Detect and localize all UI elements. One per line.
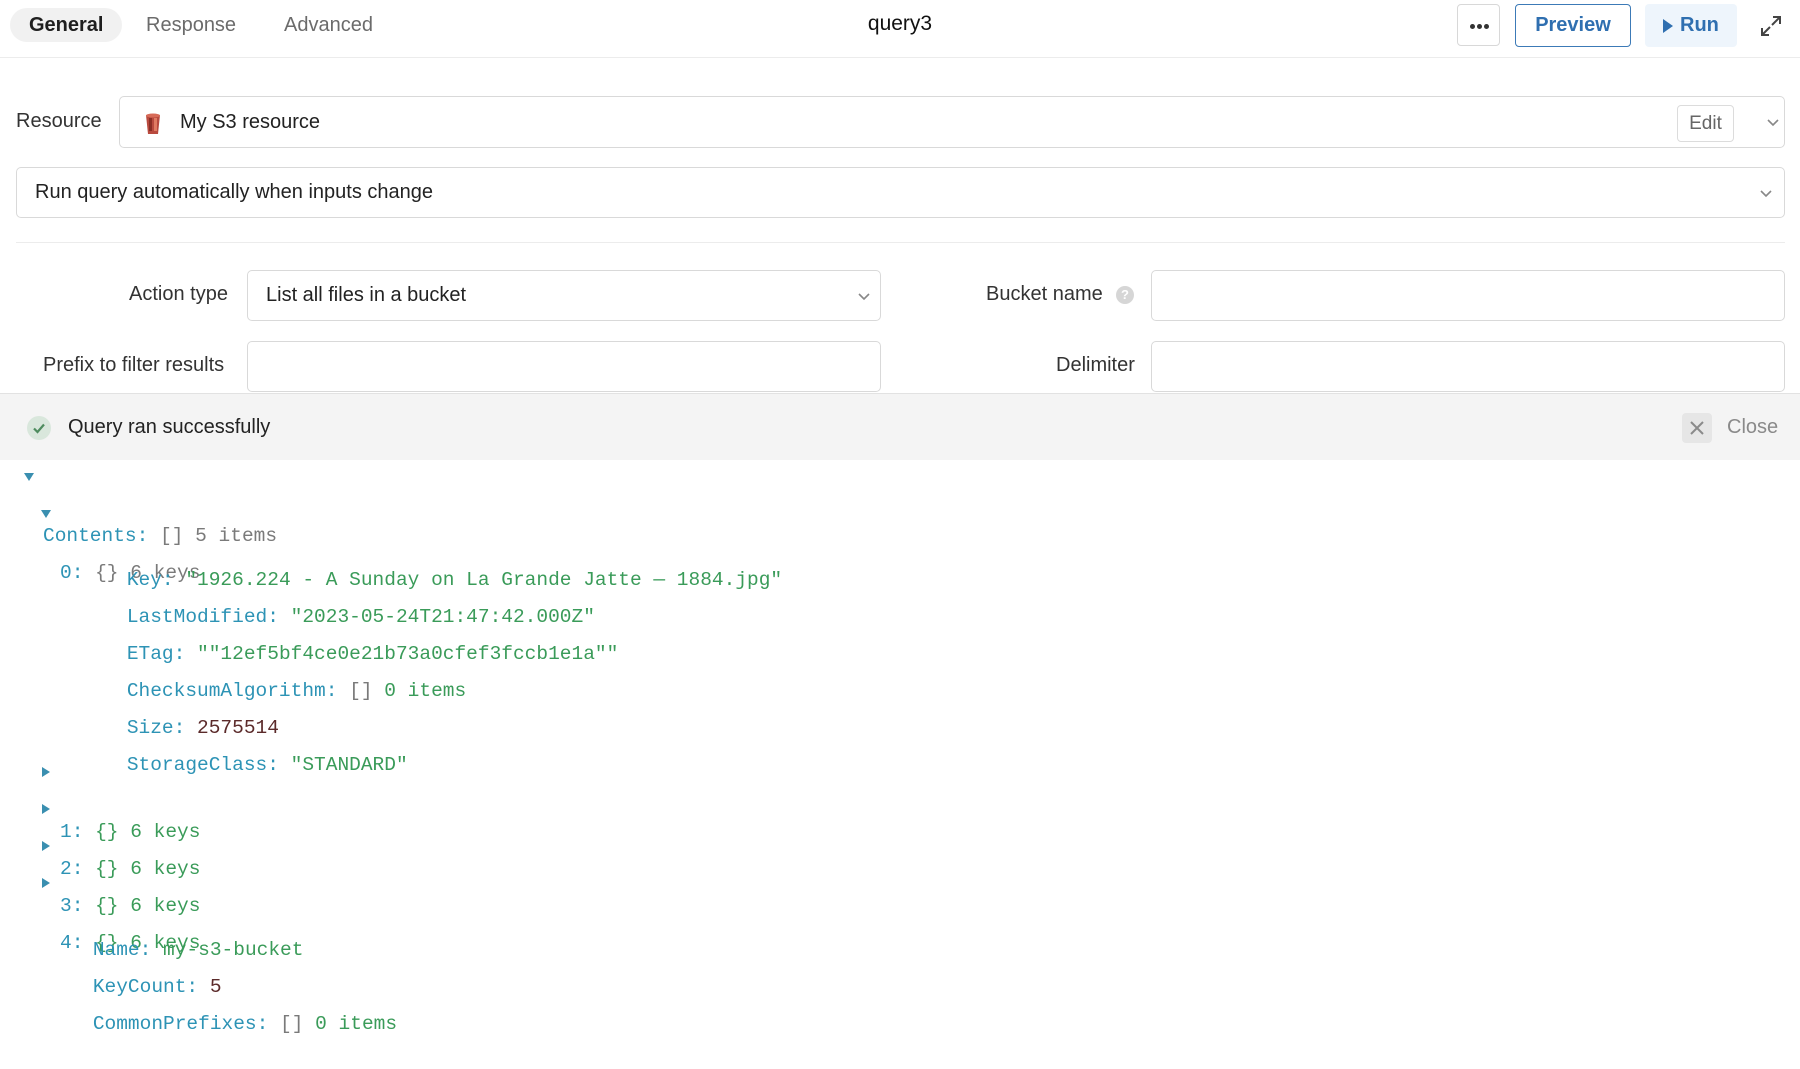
close-icon[interactable] (1682, 413, 1712, 443)
tree-node-item-3[interactable]: 3: {} 6 keys (41, 831, 88, 861)
tree-leaf-key: Key: "1926.224 - A Sunday on La Grande J… (80, 535, 782, 565)
expand-icon[interactable] (1760, 15, 1782, 37)
query-status-bar: Query ran successfully Close (0, 393, 1800, 460)
action-type-value: List all files in a bucket (266, 281, 466, 309)
tab-response[interactable]: Response (127, 8, 255, 42)
resource-select[interactable]: My S3 resource (119, 96, 1785, 148)
tree-leaf-checksumalgorithm: ChecksumAlgorithm: [] 0 items (80, 646, 466, 676)
section-divider (16, 242, 1785, 243)
caret-right-icon (42, 841, 50, 851)
resource-value: My S3 resource (180, 108, 320, 136)
caret-right-icon (42, 804, 50, 814)
tree-node-contents[interactable]: Contents: [] 5 items (24, 461, 71, 491)
bucket-name-label: Bucket name (986, 280, 1103, 308)
tree-leaf-etag: ETag: ""12ef5bf4ce0e21b73a0cfef3fccb1e1a… (80, 609, 618, 639)
delimiter-input[interactable] (1151, 341, 1785, 392)
chevron-down-icon (1758, 189, 1774, 199)
tree-leaf-size: Size: 2575514 (80, 683, 279, 713)
more-options-button[interactable] (1457, 4, 1500, 46)
tree-node-item-1[interactable]: 1: {} 6 keys (41, 757, 88, 787)
help-icon[interactable]: ? (1116, 286, 1134, 304)
status-message: Query ran successfully (68, 413, 270, 441)
caret-down-icon (24, 473, 34, 481)
delimiter-label: Delimiter (1056, 351, 1135, 379)
play-icon (1663, 19, 1673, 33)
caret-down-icon (41, 510, 51, 518)
caret-right-icon (42, 878, 50, 888)
tree-node-item-0[interactable]: 0: {} 6 keys (41, 498, 88, 528)
tab-advanced[interactable]: Advanced (265, 8, 392, 42)
tree-leaf-commonprefixes: CommonPrefixes: [] 0 items (46, 979, 397, 1009)
prefix-label: Prefix to filter results (43, 351, 224, 379)
tree-leaf-name: Name: my-s3-bucket (46, 905, 303, 935)
bucket-name-input[interactable] (1151, 270, 1785, 321)
more-dots-icon (1470, 24, 1475, 29)
check-icon (27, 416, 51, 440)
run-button-label: Run (1680, 4, 1719, 47)
run-mode-select[interactable]: Run query automatically when inputs chan… (16, 167, 1785, 218)
run-mode-value: Run query automatically when inputs chan… (35, 178, 433, 206)
tree-leaf-lastmodified: LastModified: "2023-05-24T21:47:42.000Z" (80, 572, 595, 602)
caret-right-icon (42, 767, 50, 777)
tab-general[interactable]: General (10, 8, 122, 42)
run-button[interactable]: Run (1645, 4, 1737, 47)
chevron-down-icon (1765, 118, 1781, 128)
action-type-select[interactable]: List all files in a bucket (247, 270, 881, 321)
prefix-input[interactable] (247, 341, 881, 392)
tree-leaf-keycount: KeyCount: 5 (46, 942, 222, 972)
tree-node-item-4[interactable]: 4: {} 6 keys (41, 868, 88, 898)
tree-leaf-storageclass: StorageClass: "STANDARD" (80, 720, 408, 750)
action-type-label: Action type (129, 280, 228, 308)
chevron-down-icon (856, 292, 872, 302)
edit-resource-button[interactable]: Edit (1677, 105, 1734, 142)
close-button[interactable]: Close (1727, 413, 1778, 441)
tree-node-item-2[interactable]: 2: {} 6 keys (41, 794, 88, 824)
preview-button[interactable]: Preview (1515, 4, 1631, 47)
query-editor-header: General Response Advanced query3 Preview… (0, 0, 1800, 58)
s3-bucket-icon (140, 111, 166, 137)
resource-label: Resource (16, 107, 102, 135)
